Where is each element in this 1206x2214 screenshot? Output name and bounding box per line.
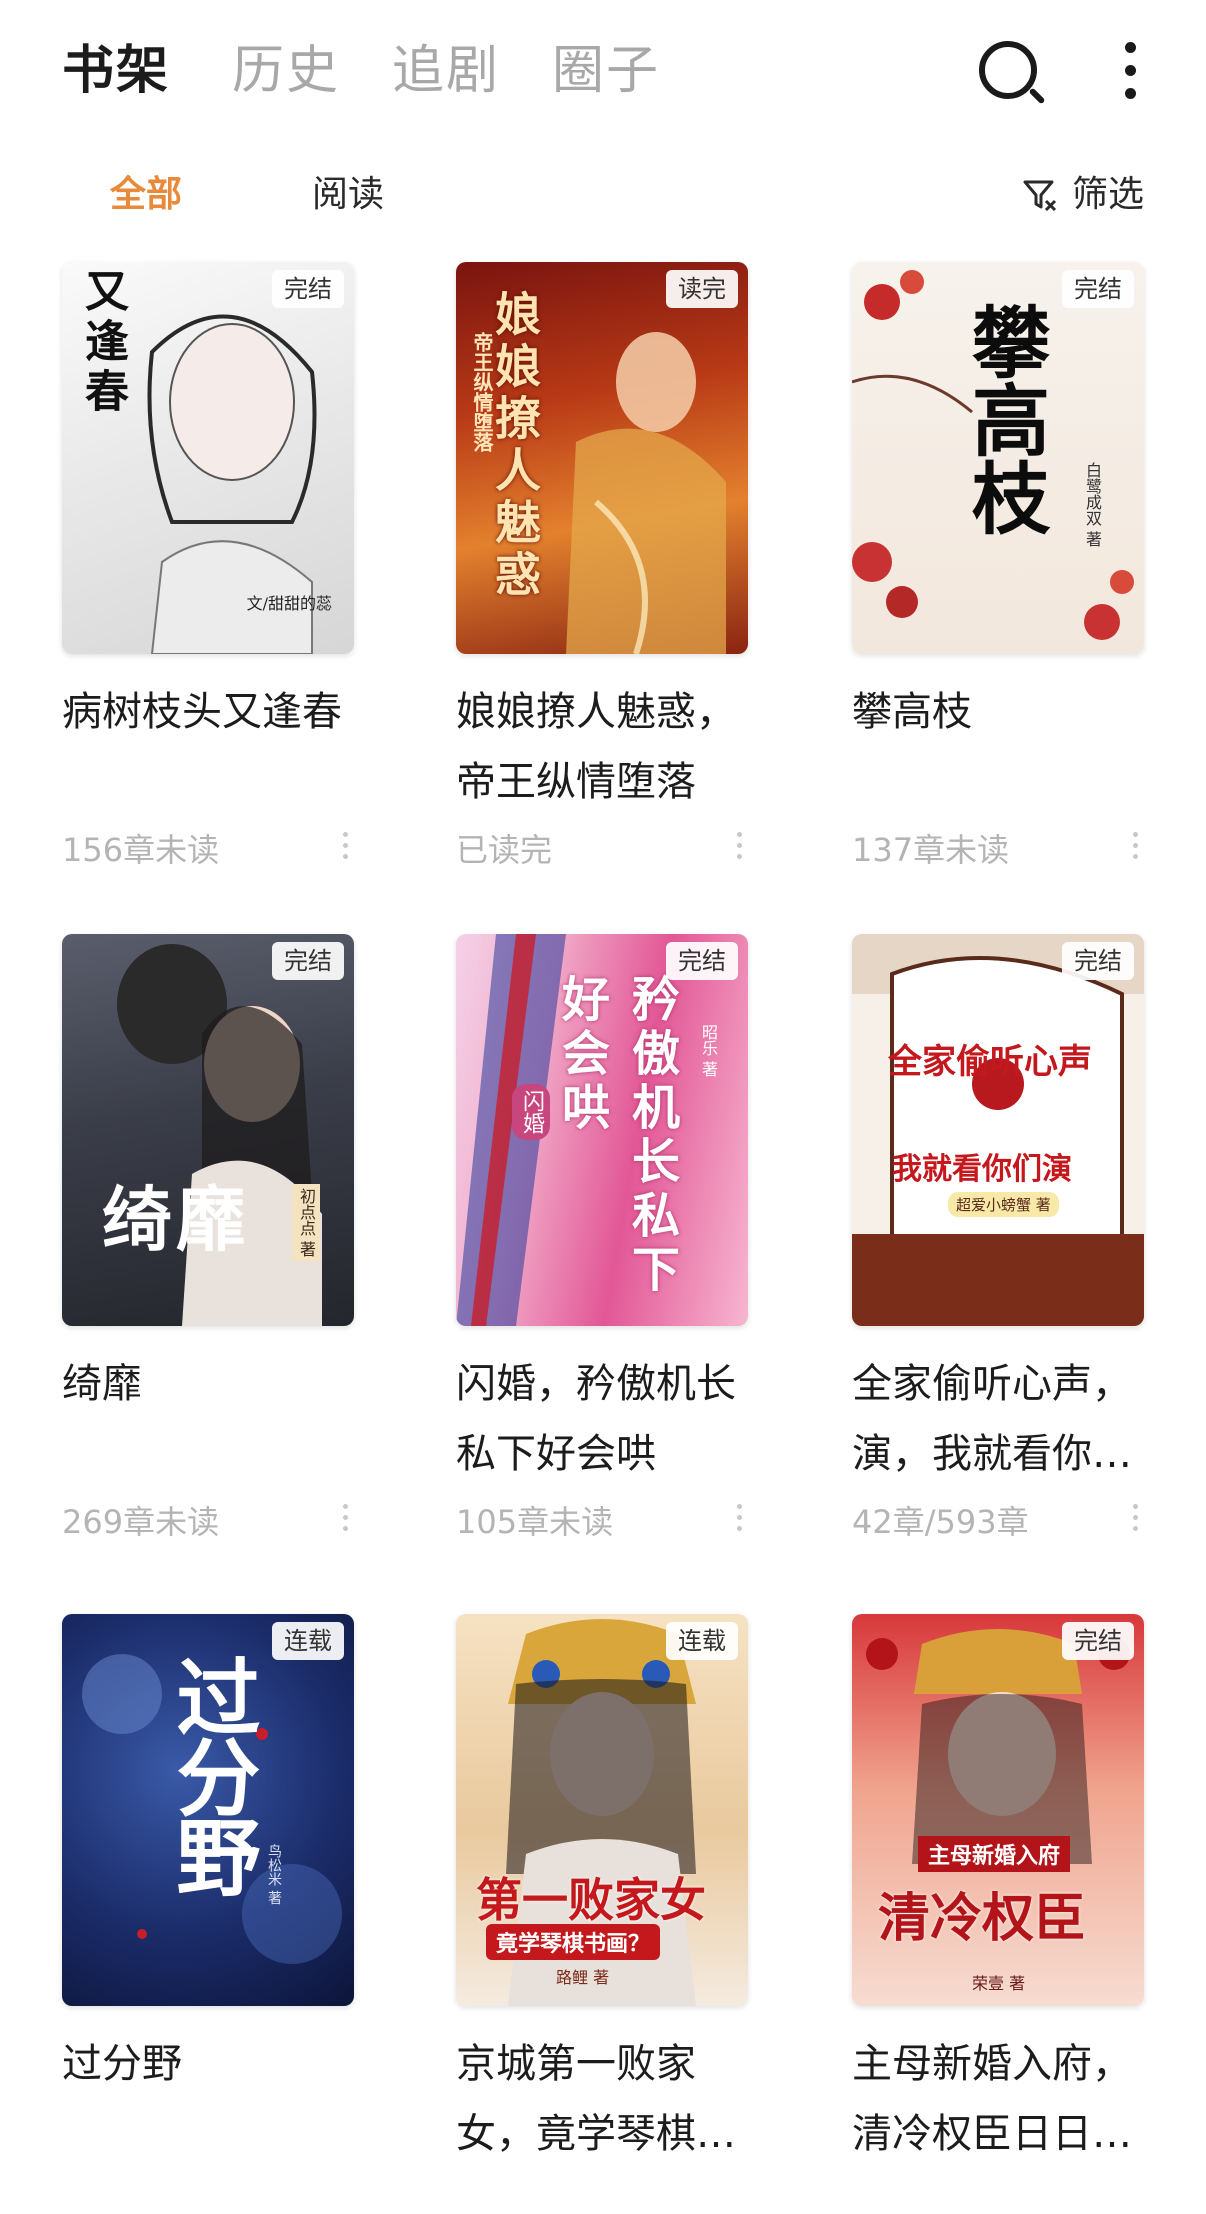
book-cover[interactable]: 又逢春 文/甜甜的蕊 完结 <box>62 262 354 654</box>
tab-history[interactable]: 历史 <box>232 36 340 106</box>
more-options-icon[interactable] <box>343 1504 348 1531</box>
book-progress: 137章未读 <box>852 831 1010 869</box>
cover-title: 第一败家女 <box>476 1873 706 1927</box>
book-cover[interactable]: 绮靡 初点点 著 完结 <box>62 934 354 1326</box>
book-progress: 已读完 <box>456 831 553 869</box>
book-title[interactable]: 病树枝头又逢春 <box>62 677 354 747</box>
cover-illustration <box>852 934 1144 1326</box>
filter-bar: 全部 阅读 筛选 <box>0 160 1206 230</box>
cover-author: 超爱小螃蟹 著 <box>948 1192 1059 1217</box>
status-badge: 连载 <box>272 1622 344 1660</box>
book-title[interactable]: 主母新婚入府，清冷权臣日日沦陷 <box>852 2029 1144 2169</box>
more-options-icon[interactable] <box>1133 832 1138 859</box>
cover-illustration <box>117 944 322 1326</box>
book-cover[interactable]: 主母新婚入府 清冷权臣 荣壹 著 完结 <box>852 1614 1144 2006</box>
status-badge: 读完 <box>666 270 738 308</box>
cover-title: 清冷权臣 <box>878 1888 1087 1949</box>
cover-subtitle: 主母新婚入府 <box>918 1836 1071 1872</box>
status-badge: 完结 <box>666 942 738 980</box>
search-icon <box>979 41 1037 99</box>
cover-author: 路鲤 著 <box>556 1968 610 1987</box>
book-title[interactable]: 京城第一败家女，竟学琴棋书画？ <box>456 2029 748 2169</box>
status-badge: 完结 <box>272 270 344 308</box>
cover-author: 白鹭成双 著 <box>1083 462 1102 548</box>
cover-subtitle: 帝王纵情堕落 <box>470 332 494 452</box>
status-badge: 完结 <box>272 942 344 980</box>
more-vertical-icon <box>1124 41 1136 99</box>
book-progress: 105章未读 <box>456 1503 614 1541</box>
cover-author: 昭乐 著 <box>699 1024 718 1078</box>
cover-author: 鸟松米 著 <box>266 1844 282 1905</box>
book-cover[interactable]: 过分野 鸟松米 著 连载 <box>62 1614 354 2006</box>
cover-title: 全家偷听心声 <box>888 1042 1092 1082</box>
status-badge: 连载 <box>666 1622 738 1660</box>
cover-title: 又逢春 <box>77 268 128 418</box>
cover-author: 初点点 著 <box>292 1184 320 1262</box>
book-title[interactable]: 全家偷听心声，演，我就看你们演 <box>852 1349 1144 1489</box>
book-cover[interactable]: 攀高枝 白鹭成双 著 完结 <box>852 262 1144 654</box>
book-cover[interactable]: 全家偷听心声 我就看你们演 超爱小螃蟹 著 完结 <box>852 934 1144 1326</box>
search-button[interactable] <box>968 30 1048 110</box>
tab-drama[interactable]: 追剧 <box>392 36 500 106</box>
more-options-icon[interactable] <box>1133 1504 1138 1531</box>
more-options-icon[interactable] <box>343 832 348 859</box>
book-cover[interactable]: 矜傲机长私下好会哄 闪婚 昭乐 著 完结 <box>456 934 748 1326</box>
more-options-icon[interactable] <box>737 1504 742 1531</box>
tab-bookshelf[interactable]: 书架 <box>62 36 170 106</box>
book-title[interactable]: 过分野 <box>62 2029 354 2099</box>
cover-subtitle: 我就看你们演 <box>892 1152 1072 1187</box>
filter-label: 筛选 <box>1071 174 1144 215</box>
more-button[interactable] <box>1090 30 1170 110</box>
book-progress: 269章未读 <box>62 1503 220 1541</box>
cover-title: 绮靡 <box>102 1178 250 1261</box>
book-title[interactable]: 攀高枝 <box>852 677 1144 747</box>
status-badge: 完结 <box>1062 1622 1134 1660</box>
book-cover[interactable]: 娘娘撩人魅惑 帝王纵情堕落 读完 <box>456 262 748 654</box>
status-badge: 完结 <box>1062 270 1134 308</box>
cover-title: 攀高枝 <box>959 302 1050 536</box>
cover-subtitle: 闪婚 <box>512 1084 550 1140</box>
book-title[interactable]: 娘娘撩人魅惑，帝王纵情堕落 <box>456 677 748 817</box>
book-title[interactable]: 绮靡 <box>62 1349 354 1419</box>
cover-title: 矜傲机长私下好会哄 <box>553 974 679 1298</box>
cover-author: 文/甜甜的蕊 <box>246 594 332 613</box>
status-badge: 完结 <box>1062 942 1134 980</box>
subtab-all[interactable]: 全部 <box>110 160 182 230</box>
tab-circle[interactable]: 圈子 <box>552 36 660 106</box>
book-progress: 156章未读 <box>62 831 220 869</box>
cover-subtitle: 竟学琴棋书画？ <box>486 1924 661 1960</box>
subtab-reading[interactable]: 阅读 <box>312 160 384 230</box>
cover-author: 荣壹 著 <box>972 1974 1026 1993</box>
book-cover[interactable]: 第一败家女 竟学琴棋书画？ 路鲤 著 连载 <box>456 1614 748 2006</box>
filter-icon <box>1023 180 1057 212</box>
cover-title: 过分野 <box>163 1654 262 1894</box>
top-navigation: 书架 历史 追剧 圈子 <box>0 0 1206 150</box>
filter-button[interactable]: 筛选 <box>1022 160 1144 230</box>
book-progress: 42章/593章 <box>852 1503 1029 1541</box>
more-options-icon[interactable] <box>737 832 742 859</box>
book-title[interactable]: 闪婚，矜傲机长私下好会哄 <box>456 1349 748 1489</box>
